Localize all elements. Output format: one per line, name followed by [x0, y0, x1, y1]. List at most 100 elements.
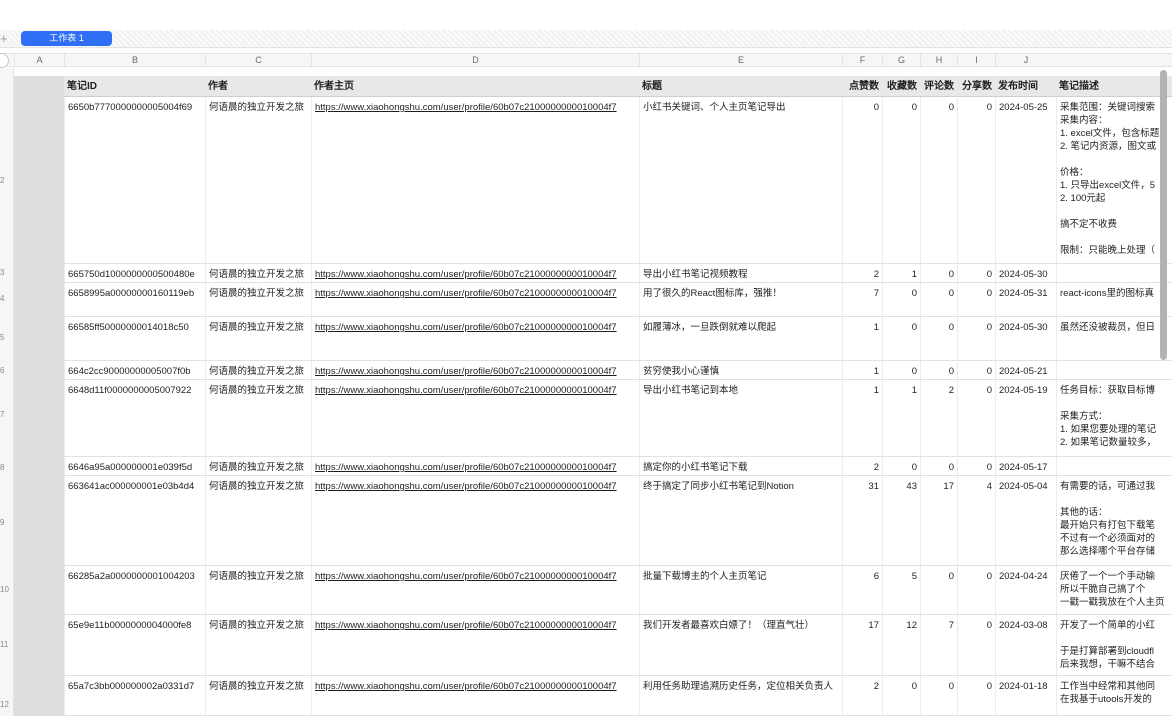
cell-author[interactable]: 何语晨的独立开发之旅: [205, 615, 311, 675]
header-shares[interactable]: 分享数: [957, 76, 995, 97]
cell-date[interactable]: 2024-05-17: [995, 457, 1056, 475]
header-author-url[interactable]: 作者主页: [311, 76, 639, 97]
cell-comments[interactable]: 7: [920, 615, 957, 675]
cell-date[interactable]: 2024-03-08: [995, 615, 1056, 675]
cell-favs[interactable]: 0: [882, 283, 920, 316]
cell-note-id[interactable]: 66285a2a0000000001004203: [64, 566, 205, 614]
header-comments[interactable]: 评论数: [920, 76, 957, 97]
cell-note-id[interactable]: 6646a95a000000001e039f5d: [64, 457, 205, 475]
cell-description[interactable]: 采集范围：关键词搜索 采集内容： 1. excel文件，包含标题 2. 笔记内资…: [1056, 97, 1172, 263]
row-number[interactable]: 5: [0, 333, 8, 342]
cell-author-url[interactable]: https://www.xiaohongshu.com/user/profile…: [311, 97, 639, 263]
column-letter[interactable]: E: [639, 54, 842, 66]
cell-shares[interactable]: 4: [957, 476, 995, 565]
cell-title[interactable]: 批量下载博主的个人主页笔记: [639, 566, 842, 614]
cell-author-url[interactable]: https://www.xiaohongshu.com/user/profile…: [311, 566, 639, 614]
cell-likes[interactable]: 1: [842, 380, 882, 456]
row-number[interactable]: 9: [0, 518, 8, 527]
cell-favs[interactable]: 0: [882, 457, 920, 475]
cell-note-id[interactable]: 66585ff50000000014018c50: [64, 317, 205, 360]
cell-comments[interactable]: 0: [920, 566, 957, 614]
cell-author-url[interactable]: https://www.xiaohongshu.com/user/profile…: [311, 457, 639, 475]
cell-description[interactable]: 工作当中经常和其他同 在我基于utools开发的: [1056, 676, 1172, 715]
cell-shares[interactable]: 0: [957, 380, 995, 456]
cell-favs[interactable]: 0: [882, 361, 920, 379]
cell-comments[interactable]: 17: [920, 476, 957, 565]
cell-likes[interactable]: 2: [842, 264, 882, 282]
header-author[interactable]: 作者: [205, 76, 311, 97]
cell-title[interactable]: 小红书关键词、个人主页笔记导出: [639, 97, 842, 263]
cell-note-id[interactable]: 6658995a00000000160119eb: [64, 283, 205, 316]
column-letter[interactable]: A: [14, 54, 64, 66]
cell-likes[interactable]: 2: [842, 457, 882, 475]
cell-comments[interactable]: 0: [920, 361, 957, 379]
cell-favs[interactable]: 43: [882, 476, 920, 565]
cell-likes[interactable]: 31: [842, 476, 882, 565]
cell-note-id[interactable]: 65e9e11b0000000004000fe8: [64, 615, 205, 675]
column-letter[interactable]: G: [882, 54, 920, 66]
column-letter[interactable]: H: [920, 54, 957, 66]
cell-likes[interactable]: 1: [842, 361, 882, 379]
header-note-id[interactable]: 笔记ID: [64, 76, 205, 97]
header-likes[interactable]: 点赞数: [842, 76, 882, 97]
cell-shares[interactable]: 0: [957, 566, 995, 614]
column-letter[interactable]: I: [957, 54, 995, 66]
cell-note-id[interactable]: 6648d11f0000000005007922: [64, 380, 205, 456]
cell-likes[interactable]: 7: [842, 283, 882, 316]
header-date[interactable]: 发布时间: [995, 76, 1056, 97]
cell-favs[interactable]: 1: [882, 380, 920, 456]
cell-comments[interactable]: 0: [920, 317, 957, 360]
cell-author[interactable]: 何语晨的独立开发之旅: [205, 97, 311, 263]
column-letter[interactable]: D: [311, 54, 639, 66]
row-number[interactable]: 7: [0, 410, 8, 419]
row-number[interactable]: 12: [0, 700, 9, 709]
cell-date[interactable]: 2024-05-25: [995, 97, 1056, 263]
column-letter[interactable]: J: [995, 54, 1056, 66]
cell-note-id[interactable]: 6650b7770000000005004f69: [64, 97, 205, 263]
cell-author[interactable]: 何语晨的独立开发之旅: [205, 283, 311, 316]
cell-favs[interactable]: 12: [882, 615, 920, 675]
cell-shares[interactable]: 0: [957, 361, 995, 379]
cell-description[interactable]: 任务目标：获取目标博 采集方式： 1. 如果您要处理的笔记 2. 如果笔记数量较…: [1056, 380, 1172, 456]
cell-date[interactable]: 2024-05-04: [995, 476, 1056, 565]
sheet-tab-active[interactable]: 工作表 1: [21, 31, 112, 46]
cell-date[interactable]: 2024-04-24: [995, 566, 1056, 614]
add-sheet-icon[interactable]: +: [0, 30, 10, 48]
cell-note-id[interactable]: 65a7c3bb000000002a0331d7: [64, 676, 205, 715]
cell-favs[interactable]: 1: [882, 264, 920, 282]
cell-title[interactable]: 如履薄冰，一旦跌倒就难以爬起: [639, 317, 842, 360]
cell-author-url[interactable]: https://www.xiaohongshu.com/user/profile…: [311, 676, 639, 715]
row-number[interactable]: 3: [0, 268, 8, 277]
cell-title[interactable]: 导出小红书笔记视频教程: [639, 264, 842, 282]
cell-note-id[interactable]: 665750d1000000000500480e: [64, 264, 205, 282]
row-number[interactable]: 4: [0, 294, 8, 303]
column-letter[interactable]: F: [842, 54, 882, 66]
cell-shares[interactable]: 0: [957, 283, 995, 316]
cell-note-id[interactable]: 663641ac000000001e03b4d4: [64, 476, 205, 565]
cell-date[interactable]: 2024-05-30: [995, 317, 1056, 360]
cell-date[interactable]: 2024-05-19: [995, 380, 1056, 456]
cell-title[interactable]: 利用任务助理追溯历史任务，定位相关负责人: [639, 676, 842, 715]
cell-comments[interactable]: 0: [920, 283, 957, 316]
cell-author[interactable]: 何语晨的独立开发之旅: [205, 457, 311, 475]
cell-date[interactable]: 2024-01-18: [995, 676, 1056, 715]
cell-author[interactable]: 何语晨的独立开发之旅: [205, 676, 311, 715]
cell-author-url[interactable]: https://www.xiaohongshu.com/user/profile…: [311, 317, 639, 360]
vertical-scrollbar[interactable]: [1160, 70, 1167, 360]
row-number[interactable]: 8: [0, 463, 8, 472]
cell-likes[interactable]: 0: [842, 97, 882, 263]
cell-author-url[interactable]: https://www.xiaohongshu.com/user/profile…: [311, 264, 639, 282]
row-number[interactable]: 2: [0, 176, 8, 185]
header-title[interactable]: 标题: [639, 76, 842, 97]
cell-date[interactable]: 2024-05-31: [995, 283, 1056, 316]
column-a-blank[interactable]: [14, 76, 64, 716]
column-letter[interactable]: B: [64, 54, 205, 66]
cell-comments[interactable]: 0: [920, 676, 957, 715]
column-letter[interactable]: C: [205, 54, 311, 66]
cell-shares[interactable]: 0: [957, 317, 995, 360]
cell-favs[interactable]: 0: [882, 97, 920, 263]
cell-author[interactable]: 何语晨的独立开发之旅: [205, 317, 311, 360]
cell-description[interactable]: react-icons里的图标真: [1056, 283, 1172, 316]
cell-shares[interactable]: 0: [957, 615, 995, 675]
cell-likes[interactable]: 1: [842, 317, 882, 360]
